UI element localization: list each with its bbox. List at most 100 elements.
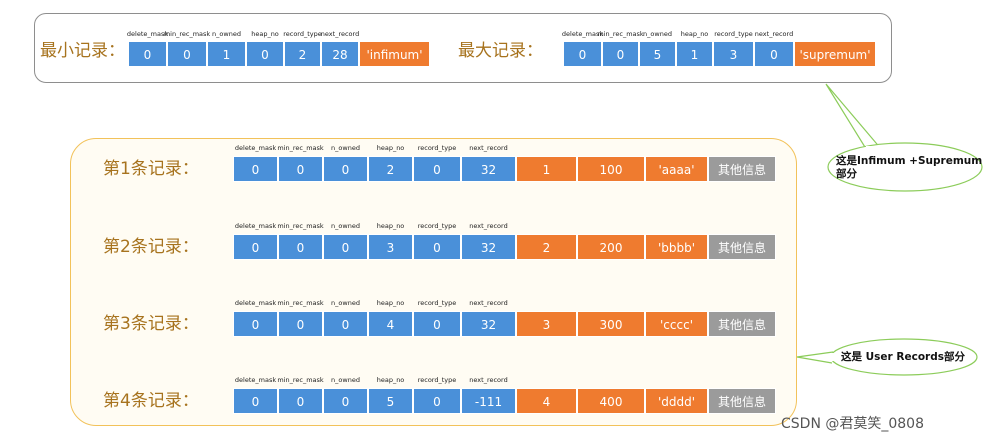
user-record-2-data-cell: 'bbbb' [645,234,708,260]
min_record-cell-record_type: 2 [284,41,321,67]
user-record-3-other-info: 其他信息 [708,311,776,337]
min_record-header-heap_no: heap_no [251,30,279,38]
user-record-3-data-cell: 'cccc' [645,311,708,337]
min_record-header-min_rec_mask: min_rec_mask [163,30,211,38]
user-record-2-cell-record_type: 0 [413,234,461,260]
min_record-cell-heap_no: 0 [246,41,284,67]
user-record-2-cell-next_record: 32 [461,234,516,260]
user-record-4-data-cell: 'dddd' [645,388,708,414]
user-record-4-cell-heap_no: 5 [368,388,413,414]
user-record-4-header-n_owned: n_owned [331,376,360,384]
user-record-4-other-info: 其他信息 [708,388,776,414]
user-record-1-header-n_owned: n_owned [331,144,360,152]
user-callout-tail [796,351,834,364]
user-record-3-cell-record_type: 0 [413,311,461,337]
user-record-3-header-n_owned: n_owned [331,299,360,307]
max_record-cell-min_rec_mask: 0 [602,41,639,67]
user-record-2-header-delete_mask: delete_mask [234,222,277,230]
max_record-cell-record_type: 3 [713,41,754,67]
user-record-2-header-min_rec_mask: min_rec_mask [277,222,324,230]
min_record-header-n_owned: n_owned [212,30,241,38]
user-record-3-data-cell: 3 [516,311,577,337]
user-record-2-cell-min_rec_mask: 0 [278,234,323,260]
user-record-1-cell-record_type: 0 [413,156,461,182]
user-record-1-header-min_rec_mask: min_rec_mask [277,144,324,152]
user-record-2-cell-n_owned: 0 [323,234,368,260]
user-record-1-data-cell: 100 [577,156,645,182]
user-record-2-data-cell: 2 [516,234,577,260]
min_record-header-delete_mask: delete_mask [126,30,169,38]
user-record-1-other-info: 其他信息 [708,156,776,182]
user-record-4-cell-n_owned: 0 [323,388,368,414]
min_record-cell-delete_mask: 0 [128,41,167,67]
infimum-callout-join [866,146,874,154]
user-record-3-header-next_record: next_record [469,299,508,307]
user-record-1-data-cell: 'aaaa' [645,156,708,182]
max_record-cell-heap_no: 1 [676,41,713,67]
user-record-1-header-delete_mask: delete_mask [234,144,277,152]
user-record-4-header-heap_no: heap_no [376,376,405,384]
min_record-label: 最小记录： [40,41,125,61]
watermark: CSDN @君莫笑_0808 [781,416,924,432]
user-record-2-cell-heap_no: 3 [368,234,413,260]
user-record-4-header-delete_mask: delete_mask [234,376,277,384]
user-record-3-cell-min_rec_mask: 0 [278,311,323,337]
min_record-cell-n_owned: 1 [207,41,246,67]
user-record-2-header-record_type: record_type [417,222,457,230]
user-record-3-header-min_rec_mask: min_rec_mask [277,299,324,307]
min_record-data-cell: 'infimum' [359,41,430,67]
user-record-2-header-next_record: next_record [469,222,508,230]
user-record-1-data-cell: 1 [516,156,577,182]
user-record-1-cell-delete_mask: 0 [233,156,278,182]
user-record-4-data-cell: 4 [516,388,577,414]
user-record-4-header-min_rec_mask: min_rec_mask [277,376,324,384]
user-record-3-cell-n_owned: 0 [323,311,368,337]
infimum-callout-line1: 这是Infimum +Supremum [836,155,983,167]
user-record-3-header-heap_no: heap_no [376,299,405,307]
user-record-1-cell-heap_no: 2 [368,156,413,182]
user-callout-text: 这是 User Records部分 [841,351,965,363]
user-record-2-cell-delete_mask: 0 [233,234,278,260]
max_record-header-heap_no: heap_no [680,30,709,38]
user-callout-join [830,353,836,361]
user-record-3-cell-heap_no: 4 [368,311,413,337]
max_record-data-cell: 'supremum' [794,41,876,67]
user-record-3-cell-delete_mask: 0 [233,311,278,337]
user-record-1-label: 第1条记录： [103,159,199,179]
user-record-1-header-record_type: record_type [417,144,457,152]
max_record-header-record_type: record_type [714,30,753,38]
user-record-1-cell-n_owned: 0 [323,156,368,182]
user-record-3-data-cell: 300 [577,311,645,337]
max_record-cell-delete_mask: 0 [563,41,602,67]
min_record-cell-min_rec_mask: 0 [167,41,207,67]
user-record-2-data-cell: 200 [577,234,645,260]
user-record-4-header-record_type: record_type [417,376,457,384]
user-record-1-header-next_record: next_record [469,144,508,152]
max_record-header-n_owned: n_owned [643,30,672,38]
max_record-label: 最大记录： [458,41,543,61]
user-record-3-cell-next_record: 32 [461,311,516,337]
user-record-1-cell-min_rec_mask: 0 [278,156,323,182]
user-record-2-label: 第2条记录： [103,237,199,257]
infimum-callout-bubble [825,83,884,153]
min_record-cell-next_record: 28 [321,41,359,67]
user-record-3-header-record_type: record_type [417,299,457,307]
user-record-4-label: 第4条记录： [103,391,199,411]
user-record-1-header-heap_no: heap_no [376,144,405,152]
user-record-2-header-n_owned: n_owned [331,222,360,230]
user-record-3-label: 第3条记录： [103,314,199,334]
max_record-header-next_record: next_record [754,30,794,38]
user-record-1-cell-next_record: 32 [461,156,516,182]
user-record-4-cell-record_type: 0 [413,388,461,414]
min_record-header-next_record: next_record [320,30,360,38]
user-record-4-cell-next_record: -111 [461,388,516,414]
max_record-header-min_rec_mask: min_rec_mask [597,30,644,38]
infimum-callout-line2: 部分 [836,168,857,180]
user-record-2-other-info: 其他信息 [708,234,776,260]
min_record-header-record_type: record_type [283,30,322,38]
user-record-4-cell-delete_mask: 0 [233,388,278,414]
user-record-4-data-cell: 400 [577,388,645,414]
max_record-cell-n_owned: 5 [639,41,676,67]
user-record-2-header-heap_no: heap_no [376,222,405,230]
max_record-cell-next_record: 0 [754,41,794,67]
